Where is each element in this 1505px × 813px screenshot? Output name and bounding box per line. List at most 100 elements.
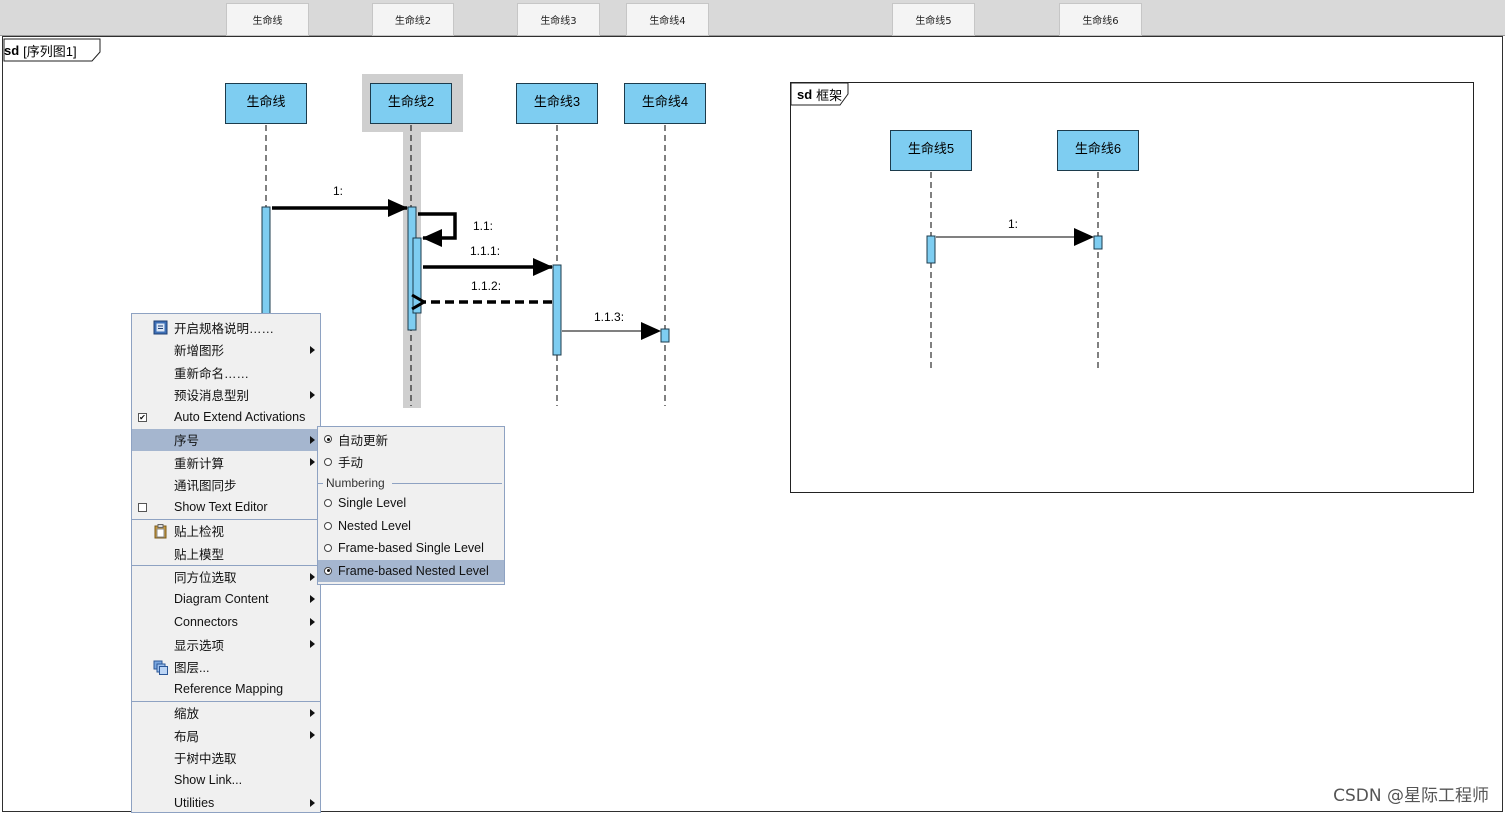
frame-message-1-label: 1: bbox=[1008, 217, 1018, 231]
numbering-group-header: Numbering bbox=[318, 473, 504, 492]
submenu-item-label: 自动更新 bbox=[338, 430, 388, 449]
menu-item-label: 序号 bbox=[174, 430, 199, 449]
activation-lifeline4[interactable] bbox=[661, 329, 669, 342]
menu-item-utilities[interactable]: Utilities bbox=[132, 792, 320, 813]
message-1-1-1-label: 1.1.1: bbox=[470, 244, 500, 258]
radio-selected-icon[interactable] bbox=[324, 435, 332, 443]
submenu-arrow-icon bbox=[310, 458, 315, 466]
menu-item-rename[interactable]: 重新命名…… bbox=[132, 361, 320, 384]
menu-item-reference-mapping[interactable]: Reference Mapping bbox=[132, 678, 320, 701]
checkbox-checked-icon[interactable]: ✔ bbox=[138, 413, 147, 422]
message-1-label: 1: bbox=[333, 184, 343, 198]
menu-item-paste-view[interactable]: 贴上检视 bbox=[132, 520, 320, 543]
submenu-item-frame-nested-level[interactable]: Frame-based Nested Level bbox=[318, 560, 504, 583]
menu-item-label: 于树中选取 bbox=[174, 748, 237, 767]
submenu-item-label: Frame-based Single Level bbox=[338, 541, 484, 555]
submenu-item-single-level[interactable]: Single Level bbox=[318, 492, 504, 515]
watermark: CSDN @星际工程师 bbox=[1333, 781, 1489, 806]
menu-item-label: 预设消息型别 bbox=[174, 385, 249, 404]
submenu-arrow-icon bbox=[310, 799, 315, 807]
submenu-arrow-icon bbox=[310, 573, 315, 581]
menu-item-auto-extend-activations[interactable]: ✔ Auto Extend Activations bbox=[132, 406, 320, 429]
menu-item-default-message-type[interactable]: 预设消息型别 bbox=[132, 384, 320, 407]
submenu-arrow-icon bbox=[310, 436, 315, 444]
radio-unselected-icon[interactable] bbox=[324, 522, 332, 530]
menu-item-label: 同方位选取 bbox=[174, 567, 237, 586]
menu-item-label: 贴上检视 bbox=[174, 521, 224, 540]
menu-item-label: 缩放 bbox=[174, 703, 199, 722]
activation-lifeline6[interactable] bbox=[1094, 236, 1102, 249]
menu-item-select-in-tree[interactable]: 于树中选取 bbox=[132, 747, 320, 770]
menu-item-label: 重新命名…… bbox=[174, 363, 249, 382]
submenu-item-frame-single-level[interactable]: Frame-based Single Level bbox=[318, 537, 504, 560]
menu-item-label: 通讯图同步 bbox=[174, 475, 237, 494]
submenu-item-label: Frame-based Nested Level bbox=[338, 564, 489, 578]
menu-item-label: 显示选项 bbox=[174, 635, 224, 654]
message-1-1-self-arrow[interactable] bbox=[418, 214, 455, 238]
lifeline3-box[interactable]: 生命线3 bbox=[516, 83, 598, 124]
menu-item-layout[interactable]: 布局 bbox=[132, 724, 320, 747]
menu-item-label: Show Link... bbox=[174, 773, 242, 787]
menu-item-label: 开启规格说明…… bbox=[174, 318, 274, 337]
menu-item-recalculate[interactable]: 重新计算 bbox=[132, 451, 320, 474]
menu-item-label: Diagram Content bbox=[174, 592, 269, 606]
menu-item-select-same-direction[interactable]: 同方位选取 bbox=[132, 566, 320, 589]
menu-item-show-link[interactable]: Show Link... bbox=[132, 769, 320, 792]
menu-item-zoom[interactable]: 缩放 bbox=[132, 702, 320, 725]
submenu-arrow-icon bbox=[310, 709, 315, 717]
submenu-item-label: Single Level bbox=[338, 496, 406, 510]
lifeline5-box[interactable]: 生命线5 bbox=[890, 130, 972, 171]
lifeline2-box[interactable]: 生命线2 bbox=[370, 83, 452, 124]
lifeline1-box[interactable]: 生命线 bbox=[225, 83, 307, 124]
menu-item-label: 新增图形 bbox=[174, 340, 224, 359]
menu-item-communication-sync[interactable]: 通讯图同步 bbox=[132, 474, 320, 497]
menu-item-label: Auto Extend Activations bbox=[174, 410, 305, 424]
lifeline4-box[interactable]: 生命线4 bbox=[624, 83, 706, 124]
radio-unselected-icon[interactable] bbox=[324, 499, 332, 507]
layers-icon bbox=[153, 660, 168, 675]
radio-selected-icon[interactable] bbox=[324, 567, 332, 575]
message-1-1-label: 1.1: bbox=[473, 219, 493, 233]
submenu-item-nested-level[interactable]: Nested Level bbox=[318, 515, 504, 538]
specification-icon bbox=[153, 320, 168, 335]
radio-unselected-icon[interactable] bbox=[324, 458, 332, 466]
radio-unselected-icon[interactable] bbox=[324, 544, 332, 552]
menu-item-label: 重新计算 bbox=[174, 453, 224, 472]
activation-lifeline3[interactable] bbox=[553, 265, 561, 355]
numbering-header-label: Numbering bbox=[326, 476, 385, 490]
message-1-1-2-label: 1.1.2: bbox=[471, 279, 501, 293]
activation-lifeline1[interactable] bbox=[262, 207, 270, 317]
menu-item-paste-model[interactable]: 贴上模型 bbox=[132, 542, 320, 565]
submenu-item-label: Nested Level bbox=[338, 519, 411, 533]
menu-item-open-specification[interactable]: 开启规格说明…… bbox=[132, 316, 320, 339]
message-1-1-3-label: 1.1.3: bbox=[594, 310, 624, 324]
checkbox-unchecked-icon[interactable] bbox=[138, 503, 147, 512]
submenu-arrow-icon bbox=[310, 391, 315, 399]
submenu-item-label: 手动 bbox=[338, 452, 363, 471]
submenu-arrow-icon bbox=[310, 618, 315, 626]
menu-item-display-options[interactable]: 显示选项 bbox=[132, 633, 320, 656]
activation-lifeline2-nested[interactable] bbox=[413, 238, 421, 313]
menu-item-label: Utilities bbox=[174, 796, 214, 810]
submenu-arrow-icon bbox=[310, 346, 315, 354]
menu-item-label: Show Text Editor bbox=[174, 500, 268, 514]
menu-item-label: 贴上模型 bbox=[174, 544, 224, 563]
menu-item-diagram-content[interactable]: Diagram Content bbox=[132, 588, 320, 611]
menu-item-show-text-editor[interactable]: Show Text Editor bbox=[132, 496, 320, 519]
menu-item-label: Connectors bbox=[174, 615, 238, 629]
submenu-arrow-icon bbox=[310, 640, 315, 648]
menu-item-label: Reference Mapping bbox=[174, 682, 283, 696]
activation-lifeline5[interactable] bbox=[927, 236, 935, 263]
menu-item-label: 图层... bbox=[174, 657, 209, 676]
menu-item-label: 布局 bbox=[174, 726, 199, 745]
clipboard-icon bbox=[153, 524, 168, 539]
submenu-arrow-icon bbox=[310, 731, 315, 739]
menu-item-layers[interactable]: 图层... bbox=[132, 656, 320, 679]
menu-item-sequence-number[interactable]: 序号 bbox=[132, 429, 320, 452]
lifeline6-box[interactable]: 生命线6 bbox=[1057, 130, 1139, 171]
menu-item-add-shape[interactable]: 新增图形 bbox=[132, 339, 320, 362]
context-menu: 开启规格说明…… 新增图形 重新命名…… 预设消息型别 ✔ Auto Exten… bbox=[131, 313, 321, 813]
submenu-item-auto-update[interactable]: 自动更新 bbox=[318, 428, 504, 451]
menu-item-connectors[interactable]: Connectors bbox=[132, 611, 320, 634]
submenu-item-manual[interactable]: 手动 bbox=[318, 451, 504, 474]
